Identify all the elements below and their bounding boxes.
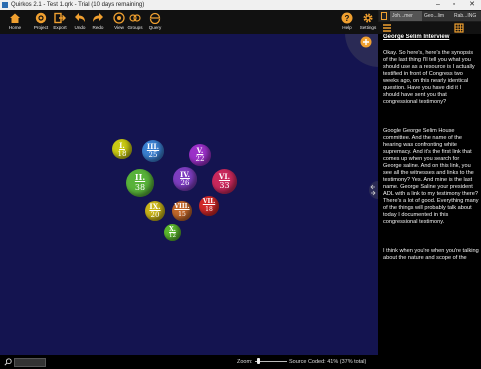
tab-source-1[interactable]: Joh...mer — [390, 11, 422, 21]
topic-bubble-8[interactable]: VIII. 15 — [172, 201, 192, 221]
tab-source-3[interactable]: Rab...ING — [452, 11, 481, 21]
tab-source-2[interactable]: Geo...lim — [422, 11, 452, 21]
topic-bubble-3[interactable]: III. 25 — [142, 140, 164, 162]
title-bar: Quirkos 2.1 - Test 1.qrk - Trial (10 day… — [0, 0, 481, 10]
panel-splitter-handle[interactable] — [363, 181, 378, 199]
topic-bubble-2[interactable]: II. 38 — [126, 169, 154, 197]
help-icon: ? — [341, 12, 353, 24]
svg-text:?: ? — [345, 14, 350, 23]
query-button[interactable]: Query — [143, 11, 167, 33]
canvas-corner — [345, 34, 378, 67]
redo-icon — [93, 13, 103, 22]
topic-bubble-7[interactable]: VII. 18 — [199, 196, 219, 216]
topic-bubble-5[interactable]: V. 22 — [189, 144, 211, 166]
source-tab-icon[interactable] — [379, 11, 389, 21]
app-icon — [2, 2, 8, 8]
home-button[interactable]: Home — [3, 11, 27, 33]
groups-icon — [129, 14, 141, 22]
grid-icon[interactable] — [454, 23, 464, 33]
home-icon — [10, 13, 20, 23]
info-icon — [35, 12, 47, 24]
search-icon[interactable] — [4, 358, 12, 366]
paragraph-1[interactable]: Okay. So here's, here's the synopsis of … — [383, 50, 479, 106]
document-icon — [381, 11, 387, 20]
source-text-panel[interactable]: George Selim Interview Okay. So here's, … — [378, 34, 481, 369]
undo-icon — [75, 13, 85, 22]
paragraph-2[interactable]: Google George Selim House committee. And… — [383, 128, 479, 226]
zoom-label: Zoom: — [237, 359, 253, 365]
topic-bubble-10[interactable]: X. 12 — [164, 224, 181, 241]
topic-bubble-1[interactable]: I. 18 — [112, 139, 132, 159]
query-icon — [149, 12, 161, 24]
paragraph-3[interactable]: I think when you're when you're talking … — [383, 248, 479, 262]
topic-bubble-6[interactable]: VI. 33 — [212, 169, 237, 194]
minimize-icon[interactable]: – — [431, 0, 445, 10]
zoom-slider-handle[interactable] — [257, 358, 260, 364]
settings-button[interactable]: Settings — [356, 11, 380, 33]
maximize-icon[interactable]: ▫ — [447, 0, 461, 10]
source-title: George Selim Interview — [383, 34, 450, 40]
close-icon[interactable]: ✕ — [465, 0, 479, 10]
list-icon[interactable] — [382, 23, 392, 33]
topic-bubble-9[interactable]: IX. 20 — [145, 201, 165, 221]
status-bar: Zoom: Source Coded: 41% (37% total) — [0, 355, 378, 369]
export-icon — [54, 12, 66, 24]
bubble-canvas[interactable]: I. 18 III. 25 V. 22 II. 38 IV. 26 VI. 33… — [0, 34, 378, 355]
search-input[interactable] — [14, 358, 46, 367]
settings-icon — [363, 13, 373, 23]
topic-bubble-4[interactable]: IV. 26 — [173, 167, 197, 191]
panel-toolbar — [378, 22, 481, 34]
source-tabs: Joh...mer Geo...lim Rab...ING — [378, 10, 481, 22]
window-title: Quirkos 2.1 - Test 1.qrk - Trial (10 day… — [11, 2, 145, 8]
source-coded-status: Source Coded: 41% (37% total) — [289, 359, 367, 365]
